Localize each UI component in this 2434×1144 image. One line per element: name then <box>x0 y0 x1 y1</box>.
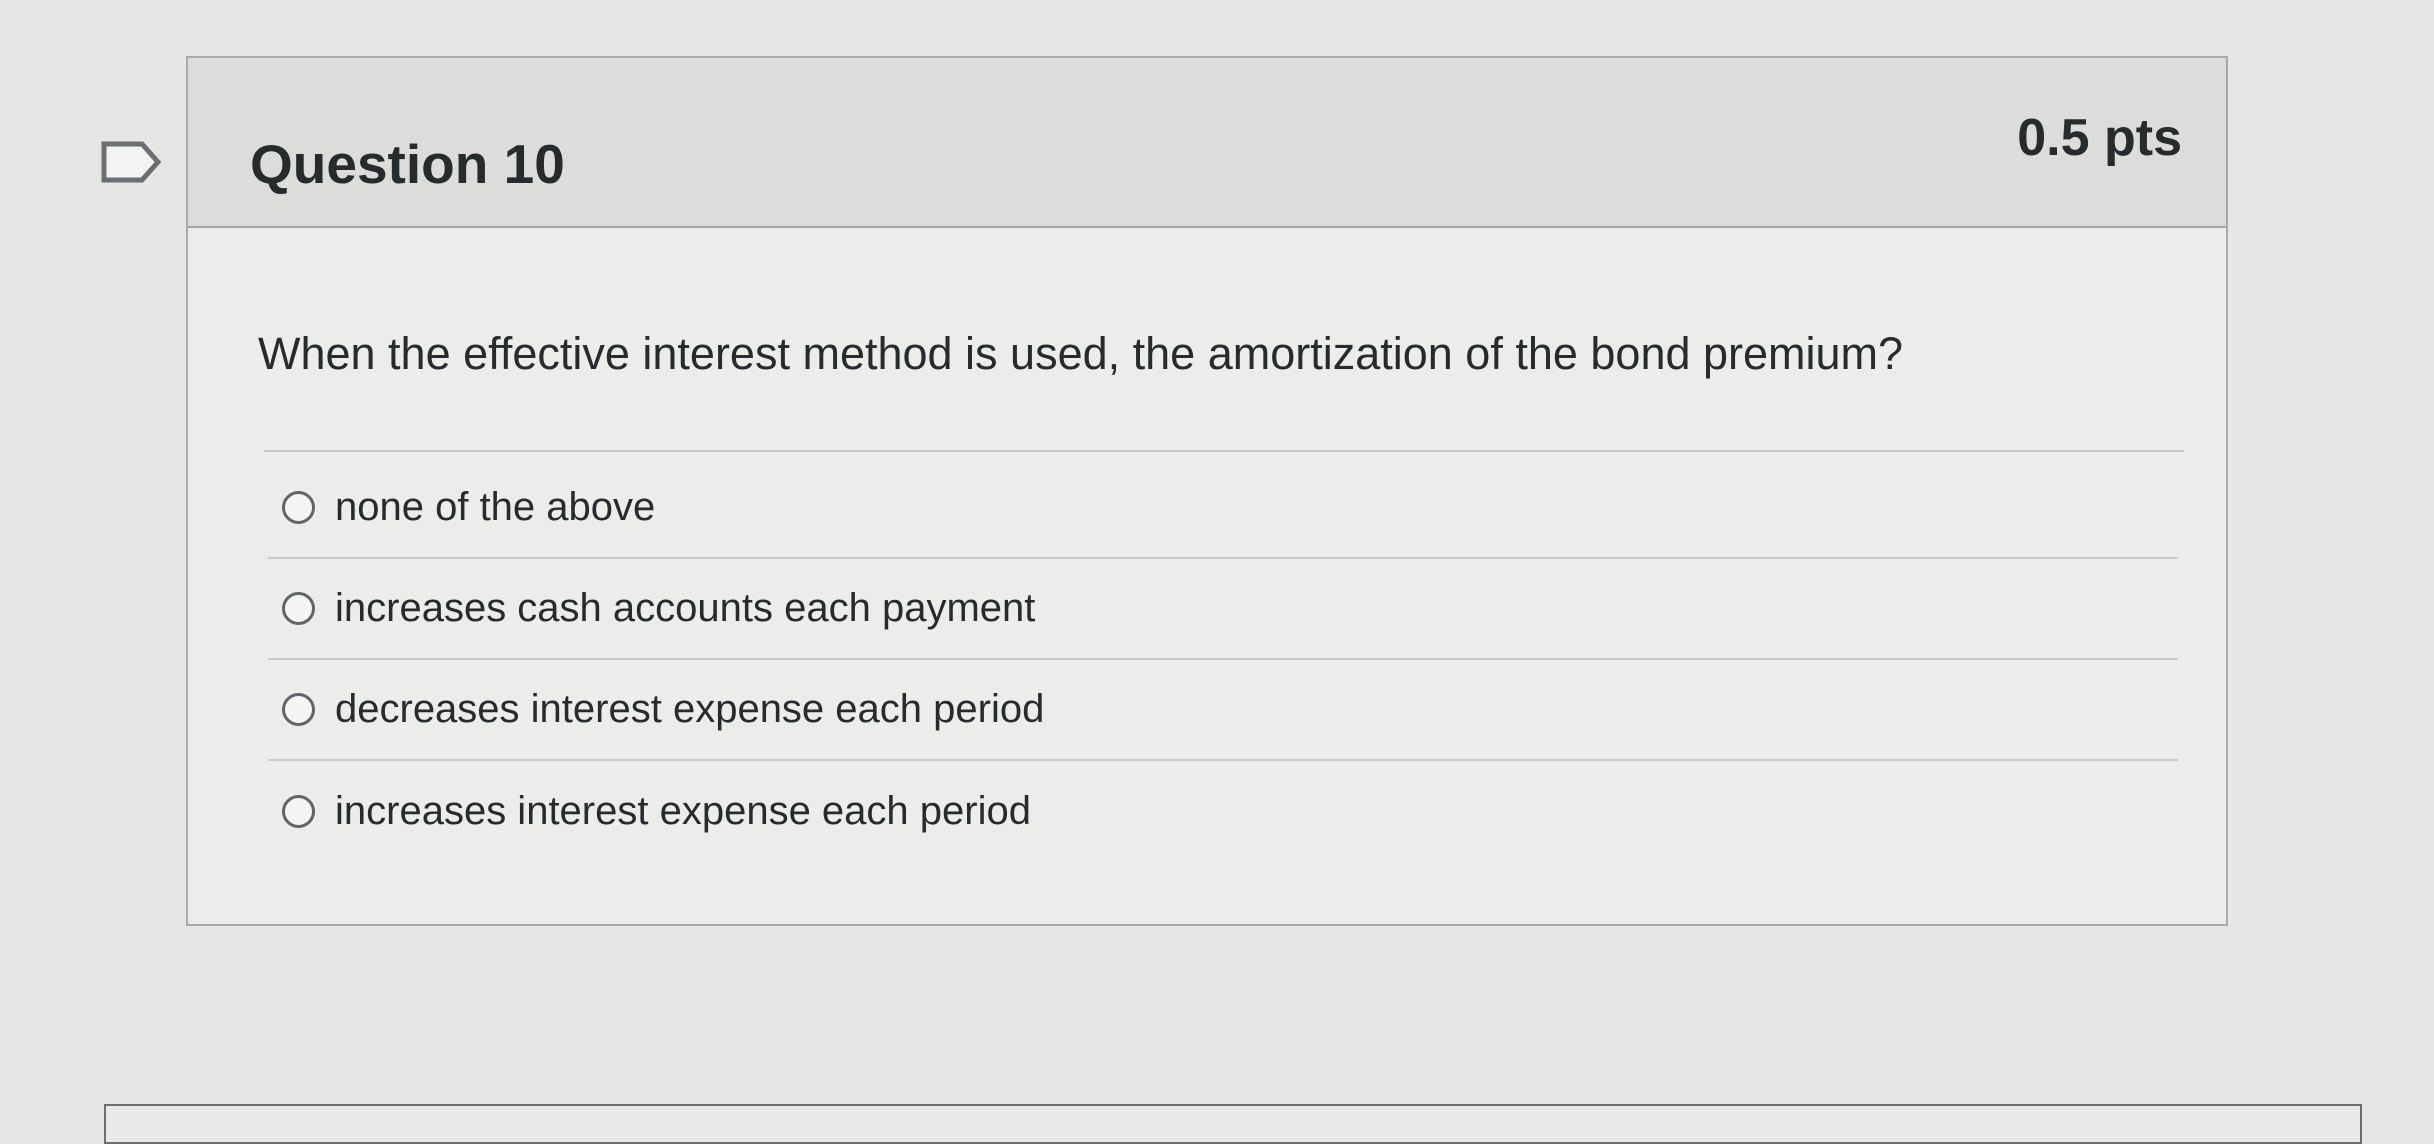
answer-label: decreases interest expense each period <box>335 687 1045 731</box>
radio-button[interactable] <box>282 693 315 726</box>
prompt-divider <box>264 450 2184 452</box>
question-prompt: When the effective interest method is us… <box>258 328 1904 379</box>
answer-option[interactable]: decreases interest expense each period <box>268 660 2178 761</box>
answer-list: none of the above increases cash account… <box>268 458 2178 862</box>
flag-icon <box>101 141 162 183</box>
flag-question-button[interactable] <box>100 140 164 184</box>
question-title: Question 10 <box>250 133 565 195</box>
answer-label: increases interest expense each period <box>335 789 1031 833</box>
next-question-card <box>104 1104 2362 1144</box>
question-card: Question 10 0.5 pts When the effective i… <box>186 56 2228 926</box>
answer-option[interactable]: increases cash accounts each payment <box>268 559 2178 660</box>
question-header: Question 10 0.5 pts <box>188 58 2226 228</box>
answer-label: increases cash accounts each payment <box>335 586 1036 630</box>
question-points: 0.5 pts <box>2017 109 2182 167</box>
answer-label: none of the above <box>335 485 656 529</box>
answer-option[interactable]: none of the above <box>268 458 2178 559</box>
radio-button[interactable] <box>282 491 315 524</box>
radio-button[interactable] <box>282 795 315 828</box>
answer-option[interactable]: increases interest expense each period <box>268 761 2178 862</box>
radio-button[interactable] <box>282 592 315 625</box>
